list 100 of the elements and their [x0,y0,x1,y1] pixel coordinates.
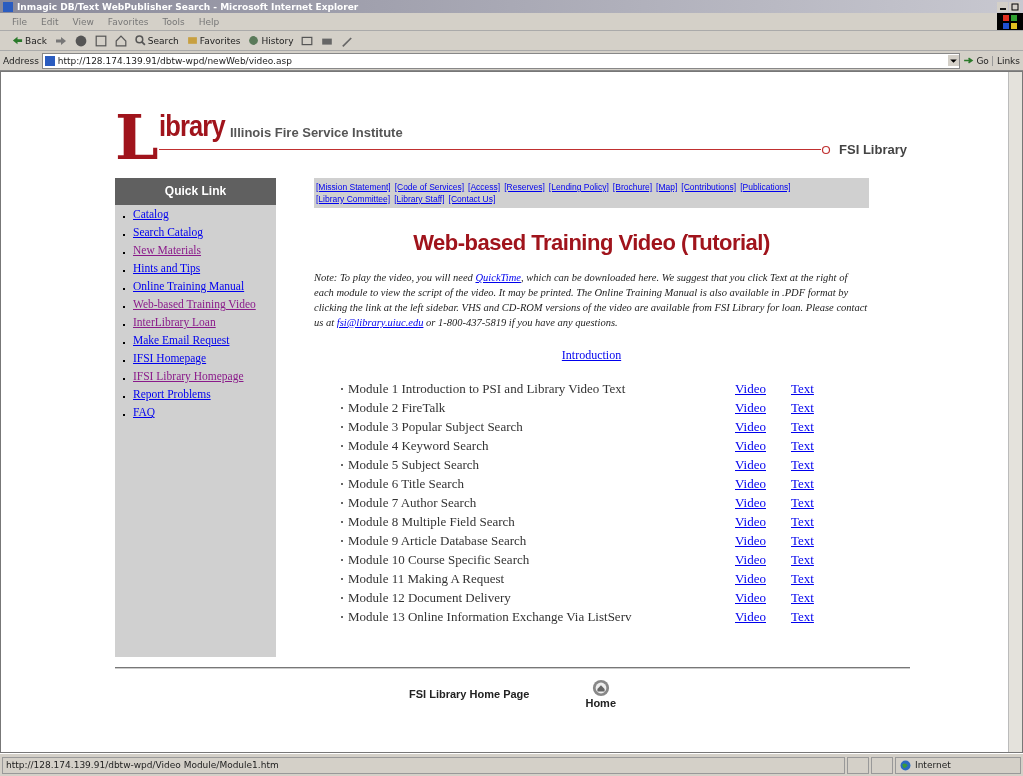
text-link[interactable]: Text [791,589,814,606]
go-button[interactable]: Go [963,55,989,66]
nav-link[interactable]: [Reserves] [504,181,545,193]
history-button[interactable]: History [248,35,294,46]
video-link[interactable]: Video [735,418,791,435]
nav-link[interactable]: [Code of Services] [394,181,465,193]
video-link[interactable]: Video [735,437,791,454]
minimize-button[interactable] [997,1,1008,12]
sidebar-link[interactable]: Web-based Training Video [133,298,263,311]
sidebar-link[interactable]: New Materials [133,244,263,257]
module-title: Module 11 Making A Request [348,570,506,587]
video-link[interactable]: Video [735,399,791,416]
sidebar-link[interactable]: IFSI Library Homepage [133,370,263,383]
text-link[interactable]: Text [791,608,814,625]
nav-link[interactable]: [Library Committee] [316,193,391,205]
sidebar-link[interactable]: Search Catalog [133,226,263,239]
sidebar-link[interactable]: Online Training Manual [133,280,263,293]
nav-link[interactable]: [Contact Us] [448,193,496,205]
text-link[interactable]: Text [791,399,814,416]
text-link[interactable]: Text [791,380,814,397]
nav-link[interactable]: [Mission Statement] [316,181,391,193]
text-link[interactable]: Text [791,494,814,511]
video-link[interactable]: Video [735,551,791,568]
window-title: Inmagic DB/Text WebPublisher Search - Microsoft Internet Explorer [17,1,359,12]
status-pane [871,756,893,774]
module-title: Module 8 Multiple Field Search [348,513,516,530]
text-link[interactable]: Text [791,418,814,435]
nav-link[interactable]: [Contributions] [681,181,737,193]
globe-icon [900,759,911,771]
home-page-label: FSI Library Home Page [409,688,530,700]
note-paragraph: Note: To play the video, you will need QuickTime, which can be downloaded here. We suggest that you click Text at the right of each module to view the script of the video. It may be printed. The Online Training Manual is also available in .PDF format by clicking the link at the left sidebar. VHS and CD-ROM versions of the video are available from FSI Library for loan. Please contact us at fsi@library.uiuc.edu or 1-800-437-5819 if you have any questions. [314,271,869,330]
sidebar-link[interactable]: Make Email Request [133,334,263,347]
video-link[interactable]: Video [735,608,791,625]
dropdown-icon[interactable] [948,55,960,66]
back-button[interactable]: Back [12,35,47,46]
header-label: FSI Library [839,142,907,157]
module-title: Module 12 Document Delivery [348,589,512,606]
module-title: Module 2 FireTalk [348,399,447,416]
text-link[interactable]: Text [791,532,814,549]
module-title: Module 4 Keyword Search [348,437,490,454]
text-link[interactable]: Text [791,513,814,530]
sidebar-link[interactable]: InterLibrary Loan [133,316,263,329]
module-title: Module 9 Article Database Search [348,532,528,549]
page-title: Web-based Training Video (Tutorial) [412,230,771,256]
maximize-button[interactable] [1009,1,1020,12]
module-title: Module 10 Course Specific Search [348,551,531,568]
nav-link[interactable]: [Map] [656,181,678,193]
home-icon [591,679,610,697]
minimize-icon [999,8,1006,10]
video-link[interactable]: Video [735,589,791,606]
sidebar-link[interactable]: Catalog [133,208,263,221]
module-title: Module 1 Introduction to PSI and Library Video Text [348,380,627,397]
text-link[interactable]: Text [791,456,814,473]
links-button[interactable]: Links [991,55,1020,66]
status-url: http://128.174.139.91/dbtw-wpd/Video Module/Module1.htm [2,756,845,774]
nav-link[interactable]: [Lending Policy] [548,181,609,193]
logo-word: ibrary [158,112,225,140]
video-link[interactable]: Video [735,456,791,473]
sidebar-link[interactable]: Hints and Tips [133,262,263,275]
institute-name: Illinois Fire Service Institute [230,125,403,140]
address-field[interactable]: http://128.174.139.91/dbtw-wpd/newWeb/video.asp [41,52,961,69]
status-pane [847,756,869,774]
search-button[interactable]: Search [134,35,179,46]
module-title: Module 6 Title Search [348,475,465,492]
sidebar-heading: Quick Link [115,178,276,205]
home-button[interactable]: Home [585,679,616,709]
email-link[interactable]: fsi@library.uiuc.edu [336,317,424,328]
back-arrow-icon [12,35,23,46]
text-link[interactable]: Text [791,475,814,492]
home-icon[interactable] [114,34,127,47]
nav-link[interactable]: [Brochure] [612,181,653,193]
module-title: Module 3 Popular Subject Search [348,418,524,435]
video-link[interactable]: Video [735,494,791,511]
sidebar-link[interactable]: FAQ [133,406,263,419]
quicktime-link[interactable]: QuickTime [475,272,521,283]
nav-link[interactable]: [Library Staff] [394,193,445,205]
page-icon [44,55,55,66]
windows-logo-icon [997,13,1023,30]
address-label: Address [3,55,39,66]
text-link[interactable]: Text [791,551,814,568]
video-link[interactable]: Video [735,570,791,587]
status-zone: Internet [895,756,1021,774]
video-link[interactable]: Video [735,513,791,530]
video-link[interactable]: Video [735,380,791,397]
logo-letter: L [115,110,159,166]
maximize-icon [1010,2,1019,11]
nav-link[interactable]: [Publications] [740,181,791,193]
go-arrow-icon [963,55,975,66]
forward-arrow-icon[interactable] [54,34,67,47]
sidebar-link[interactable]: Report Problems [133,388,263,401]
search-icon [134,35,146,46]
text-link[interactable]: Text [791,570,814,587]
video-link[interactable]: Video [735,475,791,492]
introduction-link[interactable]: Introduction [561,348,622,362]
favorites-button[interactable]: Favorites [186,35,241,46]
text-link[interactable]: Text [791,437,814,454]
nav-link[interactable]: [Access] [468,181,501,193]
scrollbar[interactable] [1008,72,1022,752]
video-link[interactable]: Video [735,532,791,549]
sidebar-link[interactable]: IFSI Homepage [133,352,263,365]
